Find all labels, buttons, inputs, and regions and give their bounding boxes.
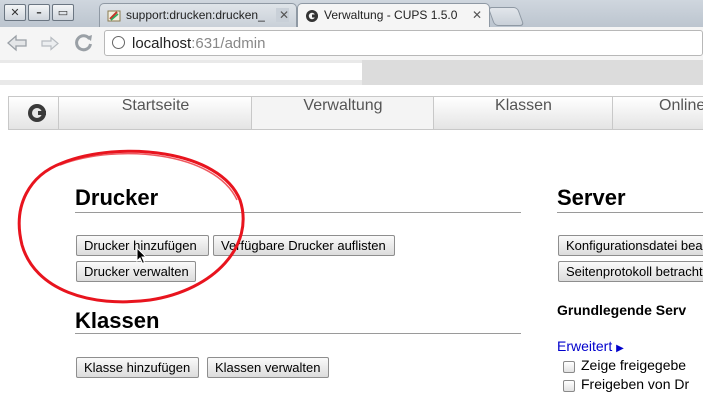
restore-window-button[interactable]: ▭ [52, 4, 74, 21]
bookmark-bar-filler [362, 60, 703, 85]
mouse-cursor-icon [136, 247, 148, 265]
edit-config-file-button[interactable]: Konfigurationsdatei bea [558, 235, 703, 256]
reload-icon[interactable] [74, 33, 94, 53]
browser-titlebar: ✕ – ▭ support:drucken:drucken_ ✕ Verwalt… [0, 0, 703, 27]
printers-divider [75, 212, 521, 213]
browser-toolbar: localhost:631/admin [0, 27, 703, 61]
tab-close-icon[interactable]: ✕ [275, 8, 289, 22]
share-printers-label: Freigeben von Dr [581, 376, 690, 392]
share-printers-checkbox[interactable] [563, 380, 575, 392]
classes-divider [75, 333, 521, 334]
show-shared-printers-label: Zeige freigegebe [581, 357, 687, 373]
classes-heading: Klassen [75, 308, 160, 333]
tab-title: Verwaltung - CUPS 1.5.0 [324, 8, 458, 22]
manage-classes-button[interactable]: Klassen verwalten [207, 357, 329, 378]
tab-title: support:drucken:drucken_ [126, 8, 265, 22]
add-class-button[interactable]: Klasse hinzufügen [76, 357, 199, 378]
tab-close-icon[interactable]: ✕ [472, 8, 482, 22]
browser-tab-cups[interactable]: Verwaltung - CUPS 1.5.0 ✕ [297, 3, 490, 27]
cups-favicon-icon [306, 10, 318, 22]
wiki-favicon-icon [107, 10, 121, 22]
address-bar[interactable]: localhost:631/admin [104, 30, 703, 56]
back-arrow-icon[interactable] [6, 34, 28, 52]
server-divider [557, 212, 703, 213]
advanced-settings-link[interactable]: Erweitert ▶ [557, 338, 624, 354]
nav-tab-startseite[interactable]: Startseite [58, 97, 252, 129]
minimize-window-button[interactable]: – [28, 4, 50, 21]
server-heading: Server [557, 185, 626, 210]
view-page-log-button[interactable]: Seitenprotokoll betracht [558, 261, 703, 282]
browser-tab-support[interactable]: support:drucken:drucken_ ✕ [99, 3, 297, 27]
cups-navigation: Startseite Verwaltung Klassen Online [8, 96, 703, 130]
close-window-button[interactable]: ✕ [4, 4, 26, 21]
basic-server-settings-heading: Grundlegende Serv [557, 302, 687, 318]
show-shared-printers-checkbox[interactable] [563, 361, 575, 373]
list-available-printers-button[interactable]: Verfügbare Drucker auflisten [213, 235, 395, 256]
address-bar-url: localhost:631/admin [132, 35, 266, 52]
nav-tab-verwaltung[interactable]: Verwaltung [251, 97, 434, 129]
bookmark-bar [0, 60, 703, 85]
nav-tab-online[interactable]: Online [612, 97, 703, 129]
page-info-icon[interactable] [112, 36, 125, 49]
nav-tab-klassen[interactable]: Klassen [433, 97, 613, 129]
bookmark-bar-area [0, 63, 362, 80]
forward-arrow-icon[interactable] [40, 36, 60, 51]
expand-arrow-icon: ▶ [616, 343, 624, 354]
new-tab-button[interactable] [487, 7, 525, 26]
cups-logo-icon[interactable] [28, 104, 46, 122]
printers-heading: Drucker [75, 185, 159, 210]
window-controls: ✕ – ▭ [4, 4, 74, 21]
